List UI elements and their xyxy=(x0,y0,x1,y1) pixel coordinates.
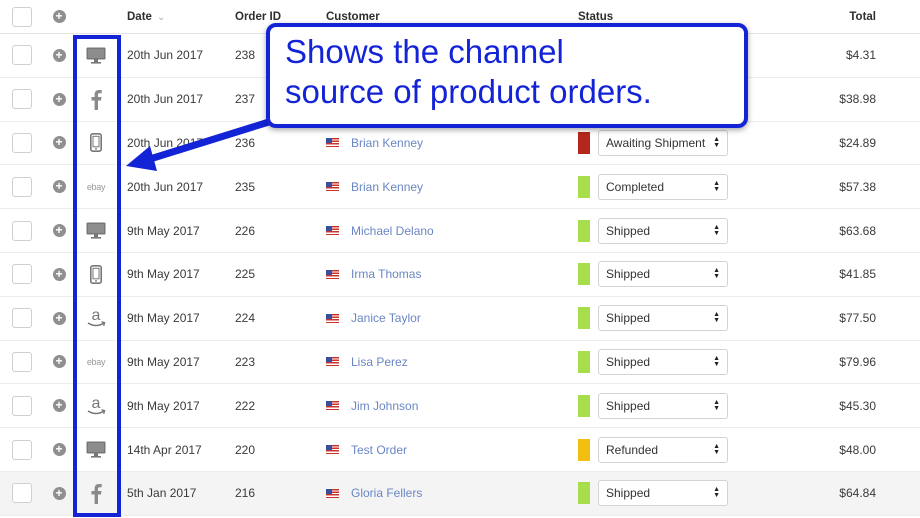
callout-line-1: Shows the channel xyxy=(285,33,564,70)
callout-line-2: source of product orders. xyxy=(285,73,652,110)
annotation-callout: Shows the channel source of product orde… xyxy=(266,23,748,128)
